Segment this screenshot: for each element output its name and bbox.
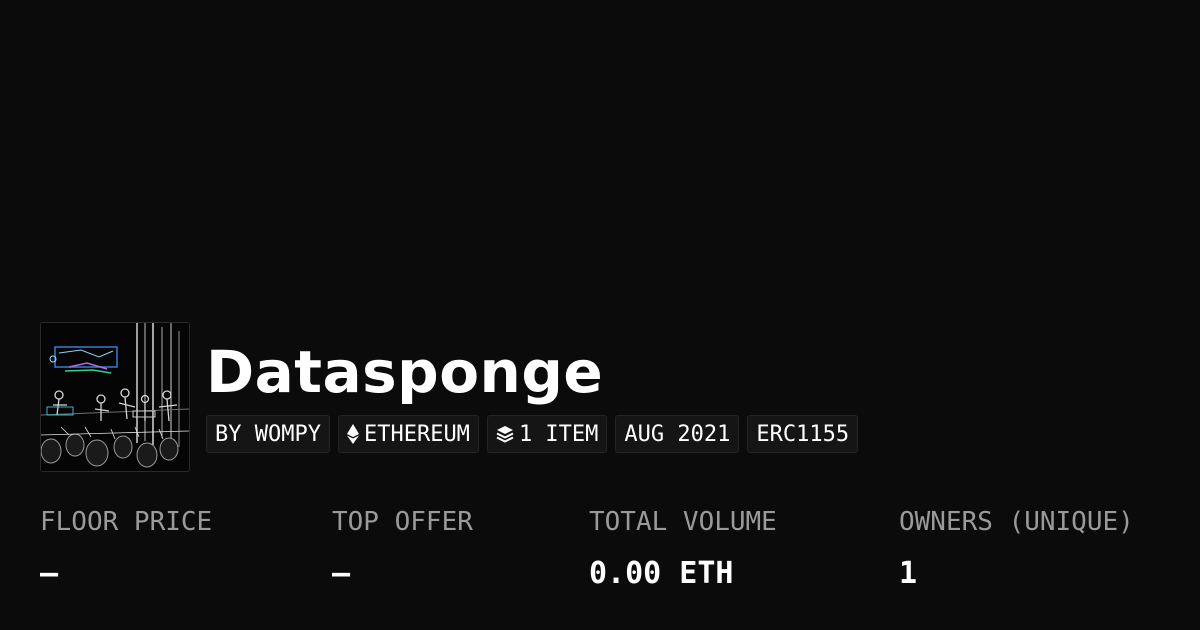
owners-stat: OWNERS (UNIQUE) 1 [899, 505, 1134, 594]
owners-value: 1 [899, 556, 918, 591]
created-date-tag-label: AUG 2021 [624, 421, 731, 447]
chain-tag-label: ETHEREUM [363, 421, 470, 447]
ethereum-icon [346, 424, 359, 444]
floor-price-value: — [40, 556, 59, 591]
collection-thumbnail [40, 322, 190, 472]
total-volume-stat: TOTAL VOLUME 0.00 ETH [589, 505, 777, 594]
created-date-tag: AUG 2021 [615, 415, 740, 453]
concert-photo-image [41, 323, 189, 471]
top-offer-stat: TOP OFFER — [332, 505, 473, 594]
creator-tag-label: BY WOMPY [215, 421, 321, 447]
layers-icon [496, 425, 514, 443]
item-count-tag[interactable]: 1 ITEM [486, 415, 608, 453]
token-standard-tag-label: ERC1155 [756, 421, 850, 447]
collection-title: Datasponge [206, 338, 604, 406]
top-offer-value: — [332, 556, 351, 591]
total-volume-value: 0.00 ETH [589, 556, 734, 591]
floor-price-label: FLOOR PRICE [40, 507, 213, 537]
token-standard-tag: ERC1155 [747, 415, 859, 453]
owners-label: OWNERS (UNIQUE) [899, 507, 1134, 537]
chain-tag[interactable]: ETHEREUM [337, 415, 479, 453]
top-offer-label: TOP OFFER [332, 507, 473, 537]
floor-price-stat: FLOOR PRICE — [40, 505, 212, 594]
total-volume-label: TOTAL VOLUME [589, 507, 777, 537]
item-count-tag-label: 1 ITEM [518, 421, 599, 447]
collection-tags: BY WOMPY ETHEREUM 1 ITEM AUG 2021 ERC115… [206, 415, 859, 453]
creator-tag[interactable]: BY WOMPY [206, 415, 330, 453]
